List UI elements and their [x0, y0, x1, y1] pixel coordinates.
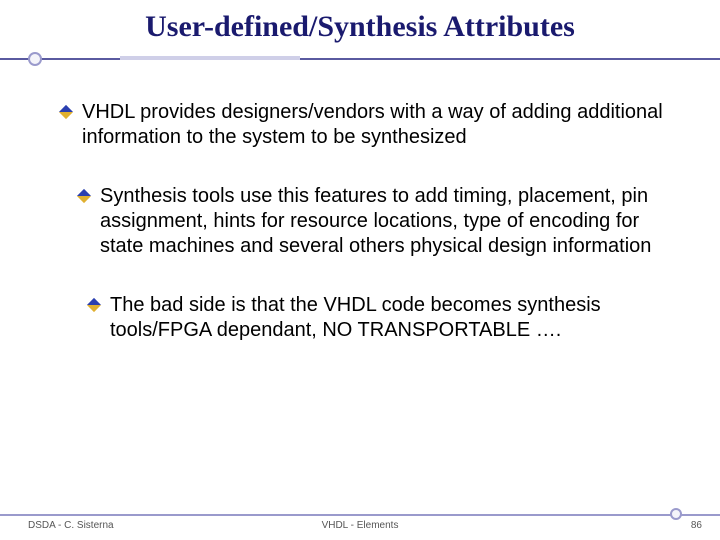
bullet-diamond-icon [78, 190, 90, 202]
slide: User-defined/Synthesis Attributes VHDL p… [0, 0, 720, 540]
content-area: VHDL provides designers/vendors with a w… [0, 100, 720, 343]
bullet-text: The bad side is that the VHDL code becom… [110, 293, 680, 343]
bullet-diamond-icon [60, 106, 72, 118]
horizontal-rule-accent [120, 56, 300, 60]
footer-subject: VHDL - Elements [322, 520, 399, 531]
title-separator [0, 50, 720, 70]
rule-node-icon [28, 52, 42, 66]
list-item: Synthesis tools use this features to add… [78, 184, 680, 259]
footer-rule [0, 514, 720, 516]
horizontal-rule [0, 58, 720, 60]
bullet-diamond-icon [88, 299, 100, 311]
page-number: 86 [691, 520, 702, 531]
footer-node-icon [670, 508, 682, 520]
list-item: The bad side is that the VHDL code becom… [88, 293, 680, 343]
footer-author: DSDA - C. Sisterna [28, 520, 114, 531]
list-item: VHDL provides designers/vendors with a w… [60, 100, 680, 150]
slide-title: User-defined/Synthesis Attributes [40, 10, 680, 44]
footer: DSDA - C. Sisterna VHDL - Elements 86 [0, 514, 720, 540]
bullet-text: Synthesis tools use this features to add… [100, 184, 680, 259]
bullet-text: VHDL provides designers/vendors with a w… [82, 100, 680, 150]
